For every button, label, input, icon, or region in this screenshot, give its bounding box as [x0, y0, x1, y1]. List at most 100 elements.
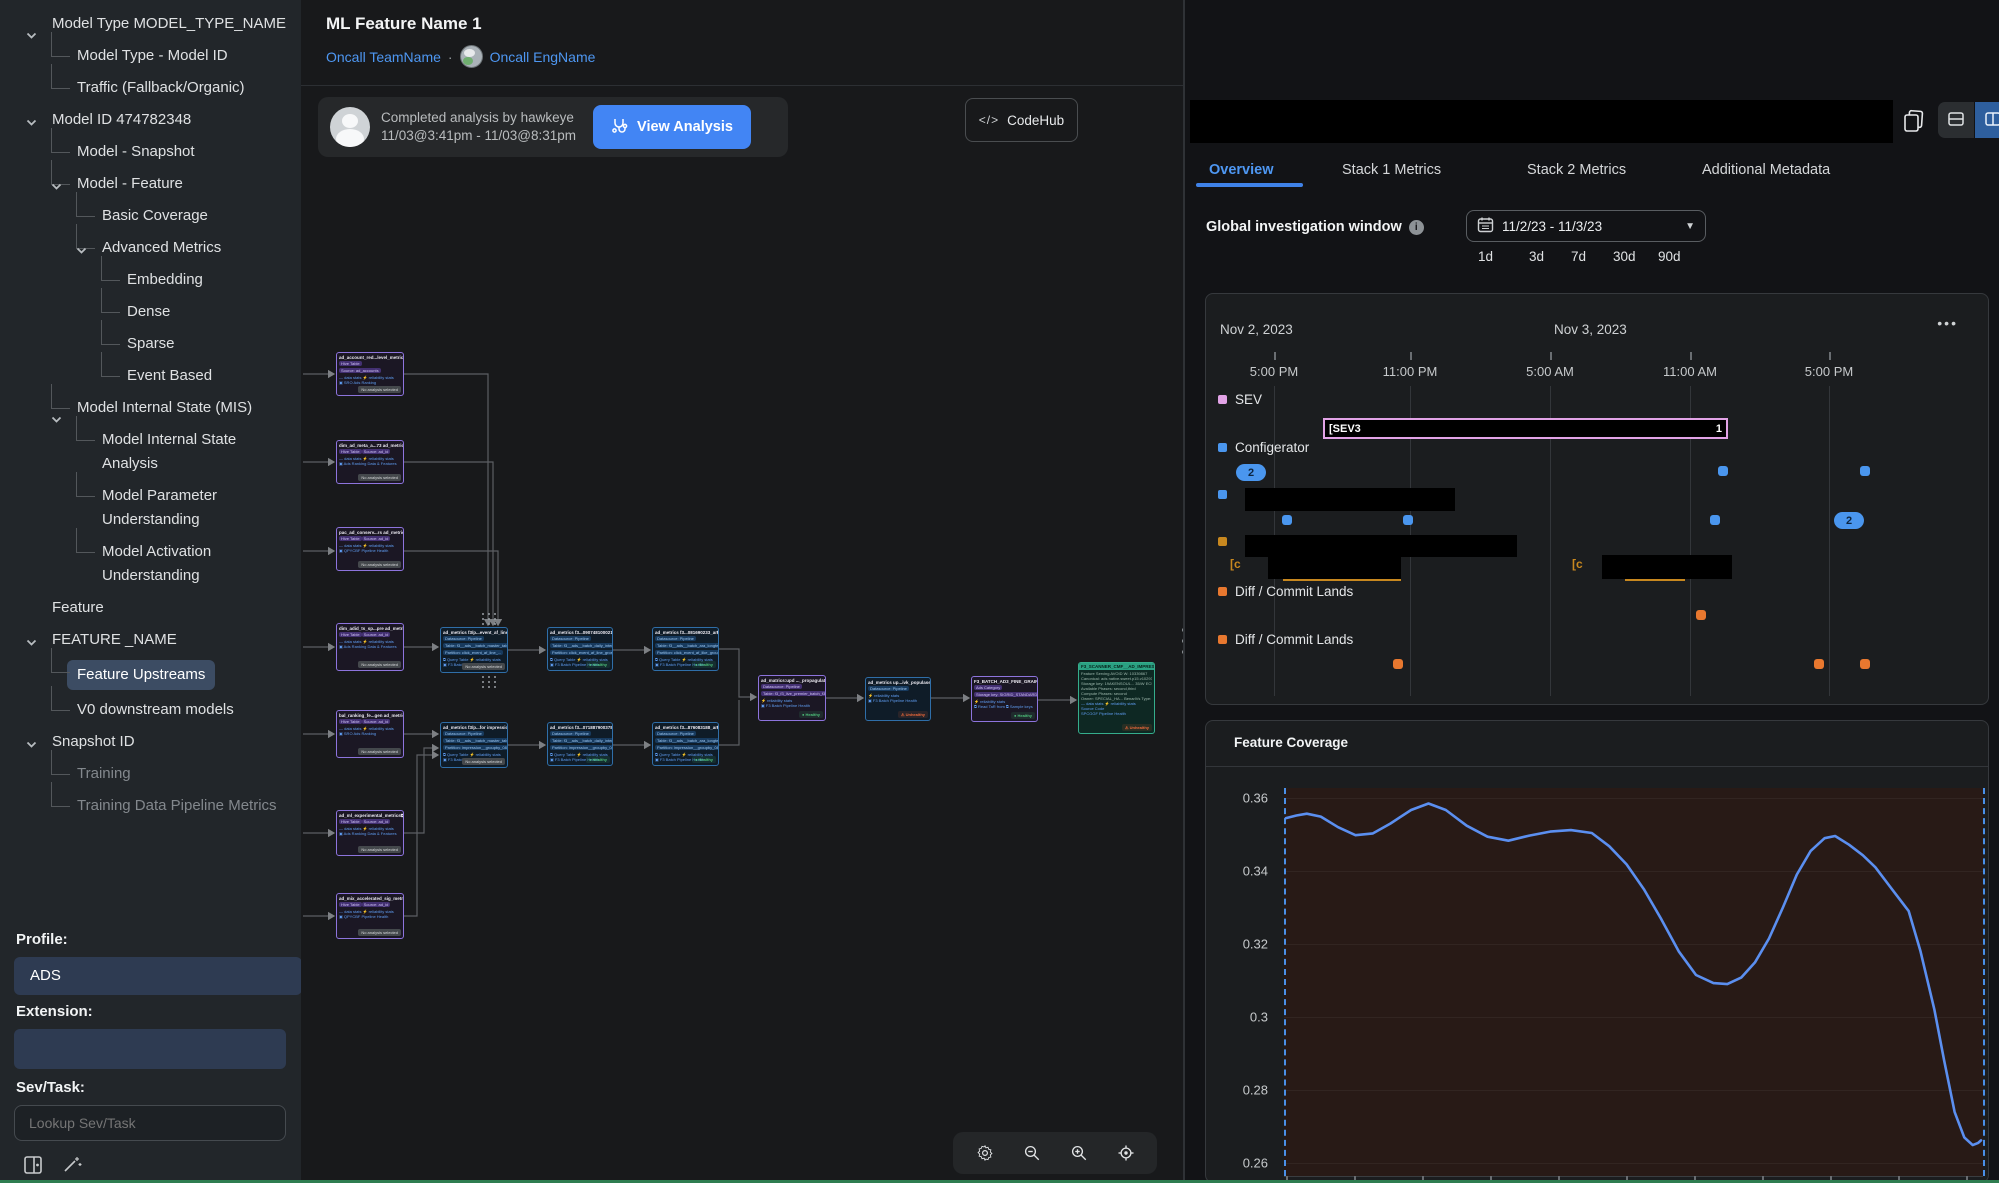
oncall-eng-link[interactable]: Oncall EngName	[490, 49, 596, 65]
sidebar-item-model-parameter-understanding[interactable]: Model Parameter Understanding	[0, 480, 301, 536]
series-bullet	[1218, 635, 1227, 644]
layout-columns-toggle-icon[interactable]	[1975, 102, 1999, 138]
sidebar-item-dense[interactable]: Dense	[0, 296, 301, 328]
node-status-badge[interactable]: No analysis selected	[462, 758, 505, 765]
graph-node[interactable]: dim_adid_ts_sp...pre ad_metrics⧉Hive Tab…	[336, 623, 404, 671]
chevron-down-icon[interactable]	[50, 177, 63, 190]
node-status-badge[interactable]: No analysis selected	[358, 561, 401, 568]
graph-node[interactable]: dim_ad_meta_a...73 ad_metrics⧉Hive Table…	[336, 440, 404, 484]
event-dot	[1814, 659, 1824, 669]
chevron-down-icon[interactable]	[25, 113, 38, 126]
timeline-menu-button[interactable]: •••	[1931, 314, 1964, 332]
magic-wand-icon[interactable]	[60, 1152, 84, 1181]
feature-coverage-card: Feature Coverage 0.360.340.320.30.280.26	[1205, 720, 1989, 1183]
graph-node[interactable]: ad_metrics f3...090748100021d⧉Datasource…	[547, 627, 613, 671]
sidebar-item-feature-upstreams[interactable]: Feature Upstreams	[0, 656, 301, 694]
layout-rows-toggle-icon[interactable]	[1938, 102, 1974, 138]
graph-node[interactable]: ad_mix_accelerated_sig_metrics⧉Hive Tabl…	[336, 893, 404, 939]
sidebar-item-model-activation-understanding[interactable]: Model Activation Understanding	[0, 536, 301, 592]
sidebar-item-traffic-fallback-organic[interactable]: Traffic (Fallback/Organic)	[0, 72, 301, 104]
tab-additional-metadata[interactable]: Additional Metadata	[1702, 162, 1830, 178]
sidebar-item-model-internal-state-analysis[interactable]: Model Internal State Analysis	[0, 424, 301, 480]
chevron-down-icon[interactable]	[50, 410, 63, 423]
sidebar-item-v0-downstream-models[interactable]: V0 downstream models	[0, 694, 301, 726]
quick-range-30d[interactable]: 30d	[1609, 247, 1640, 266]
sidebar-item-snapshot-id[interactable]: Snapshot ID	[0, 726, 301, 758]
sev-task-input[interactable]	[14, 1105, 286, 1141]
quick-range-7d[interactable]: 7d	[1567, 247, 1590, 266]
profile-label: Profile:	[16, 931, 68, 948]
date-range-dropdown[interactable]: 11/2/23 - 11/3/23 ▼	[1466, 210, 1706, 242]
graph-node[interactable]: ad_metrics up...ivk_populaser⧉Datasource…	[865, 677, 931, 721]
codehub-button[interactable]: </> CodeHub	[965, 98, 1078, 142]
oncall-team-link[interactable]: Oncall TeamName	[326, 49, 441, 65]
chevron-down-icon[interactable]	[25, 735, 38, 748]
node-status-badge[interactable]: No analysis selected	[358, 386, 401, 393]
sidebar-item-model-feature[interactable]: Model - Feature	[0, 168, 301, 200]
graph-node[interactable]: ad_ml_experimental_metrics⧉Hive TableSou…	[336, 810, 404, 856]
sidebar-item-model-snapshot[interactable]: Model - Snapshot	[0, 136, 301, 168]
graph-node[interactable]: F3_BATCH_AD3_FINE_GRAINED⧉Ads CategorySt…	[971, 676, 1038, 722]
sidebar-item-training-data-pipeline-metrics[interactable]: Training Data Pipeline Metrics	[0, 790, 301, 822]
sidebar-item-embedding[interactable]: Embedding	[0, 264, 301, 296]
zoom-out-icon[interactable]	[1017, 1138, 1047, 1168]
view-analysis-button[interactable]: View Analysis	[593, 105, 751, 149]
graph-node[interactable]: F3_SCANNER_CMF__AD_IMPRESSI_NS⧉Feature S…	[1078, 662, 1155, 734]
sidebar-item-model-internal-state-mis[interactable]: Model Internal State (MIS)	[0, 392, 301, 424]
graph-node[interactable]: ad_matrics:upd ..._propagulator⧉Datasour…	[758, 675, 826, 721]
quick-range-3d[interactable]: 3d	[1525, 247, 1548, 266]
series-name: Configerator	[1235, 440, 1309, 455]
sidebar-item-model-type-model-id[interactable]: Model Type - Model ID	[0, 40, 301, 72]
chevron-down-icon[interactable]	[75, 241, 88, 254]
sidebar-item-training[interactable]: Training	[0, 758, 301, 790]
node-pill: Partition: click_event_af_line_gros...	[550, 650, 613, 655]
sidebar-item-model-type-model-type-name[interactable]: Model Type MODEL_TYPE_NAME	[0, 8, 301, 40]
extension-select[interactable]	[14, 1029, 286, 1069]
locate-icon[interactable]	[1111, 1138, 1141, 1168]
node-status-badge[interactable]: No analysis selected	[358, 474, 401, 481]
quick-range-90d[interactable]: 90d	[1654, 247, 1685, 266]
docs-panel-icon[interactable]	[22, 1154, 44, 1181]
graph-node[interactable]: ad_metrics f3/p...for impression⧉Datasou…	[440, 722, 508, 768]
sidebar-item-model-id-474782348[interactable]: Model ID 474782348	[0, 104, 301, 136]
graph-node[interactable]: ad_account_red...level_metrics⧉Hive Tabl…	[336, 352, 404, 396]
tab-stack-1-metrics[interactable]: Stack 1 Metrics	[1342, 162, 1441, 178]
profile-select[interactable]: ADS	[14, 957, 302, 995]
graph-node[interactable]: ad_metrics f3/p...event_af_line⧉Datasour…	[440, 627, 508, 673]
quick-range-1d[interactable]: 1d	[1474, 247, 1497, 266]
node-status-badge[interactable]: No analysis selected	[358, 661, 401, 668]
graph-node[interactable]: bal_ranking_fe...gen ad_metrics⧉Hive Tab…	[336, 710, 404, 758]
tab-stack-2-metrics[interactable]: Stack 2 Metrics	[1527, 162, 1626, 178]
node-links-row: ▣ F3 Batch Pipeline Health	[761, 703, 823, 708]
graph-node-title: ad_ml_experimental_metrics⧉	[339, 813, 401, 818]
sidebar-item-feature-name[interactable]: FEATURE _NAME	[0, 624, 301, 656]
graph-node[interactable]: ad_metrics f3...0718879003780⧉Datasource…	[547, 722, 613, 766]
node-pill: Source: ad_id	[362, 449, 391, 454]
tab-overview[interactable]: Overview	[1209, 162, 1274, 178]
node-pill: Datasource: Pipeline	[761, 684, 802, 689]
graph-node[interactable]: ad_metrics f3...081690233_ar⧉Datasource:…	[652, 627, 719, 671]
node-status-badge[interactable]: No analysis selected	[358, 929, 401, 936]
graph-node[interactable]: pac_ad_conserv...rs ad_metrics⧉Hive Tabl…	[336, 527, 404, 571]
edge-bundle-dots	[482, 613, 498, 625]
node-status-badge[interactable]: No analysis selected	[358, 748, 401, 755]
settings-icon[interactable]	[970, 1138, 1000, 1168]
tree-connector	[51, 128, 70, 153]
chevron-down-icon[interactable]	[25, 633, 38, 646]
copy-icon[interactable]	[1897, 108, 1925, 136]
node-pill: Partition: click_event_af_like_grou...	[655, 650, 719, 655]
timeline-date-label: Nov 2, 2023	[1220, 322, 1293, 337]
sidebar-item-basic-coverage[interactable]: Basic Coverage	[0, 200, 301, 232]
chevron-down-icon[interactable]	[25, 26, 38, 39]
sidebar-item-event-based[interactable]: Event Based	[0, 360, 301, 392]
node-pill: Table: f3__ads__batch_ara_longterm...	[655, 738, 719, 743]
node-status-badge[interactable]: No analysis selected	[358, 846, 401, 853]
event-dot	[1860, 659, 1870, 669]
graph-node[interactable]: ad_metrics f3...876083188_ar⧉Datasource:…	[652, 722, 719, 766]
node-status-badge[interactable]: No analysis selected	[462, 663, 505, 670]
sidebar-item-sparse[interactable]: Sparse	[0, 328, 301, 360]
zoom-in-icon[interactable]	[1064, 1138, 1094, 1168]
sidebar-item-advanced-metrics[interactable]: Advanced Metrics	[0, 232, 301, 264]
node-status-badge: ⚠ Unhealthy	[1122, 724, 1152, 731]
sidebar-item-feature[interactable]: Feature	[0, 592, 301, 624]
